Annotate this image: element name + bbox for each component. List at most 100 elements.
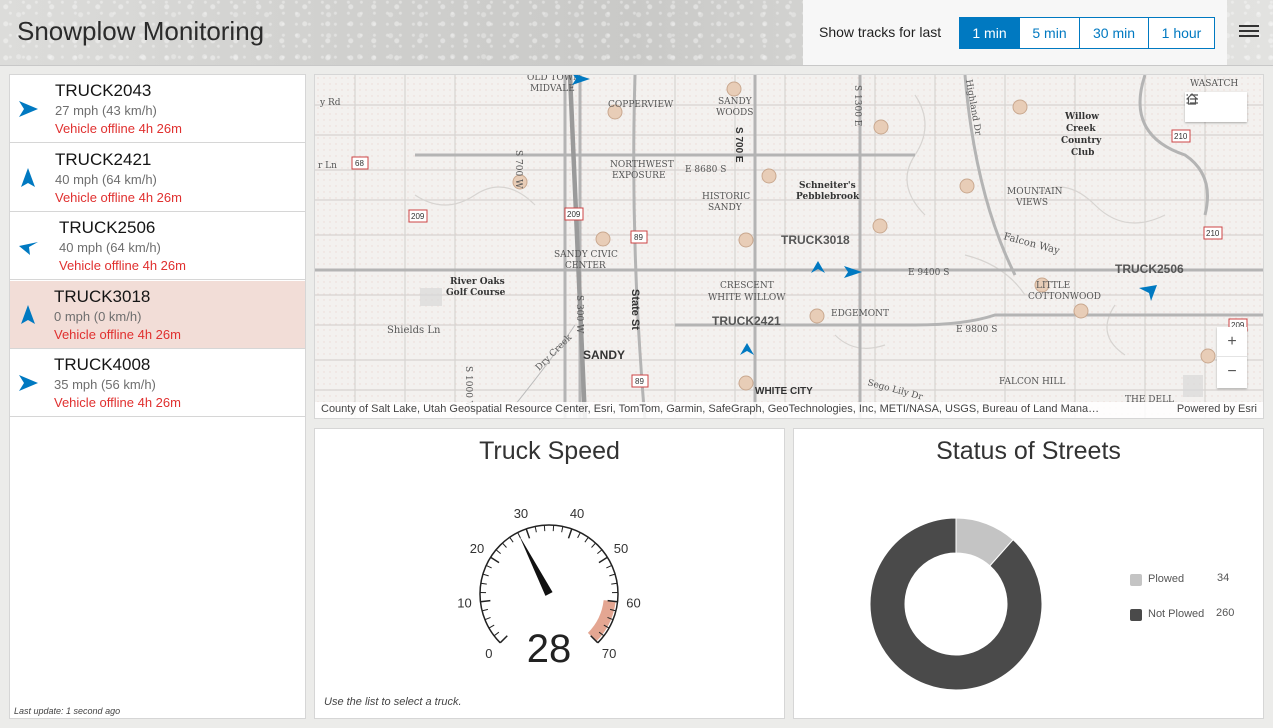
svg-text:WHITE WILLOW: WHITE WILLOW xyxy=(708,293,786,303)
svg-text:TRUCK3018: TRUCK3018 xyxy=(781,233,850,247)
app-title: Snowplow Monitoring xyxy=(17,16,265,46)
gauge-tick xyxy=(499,635,508,644)
gauge-tick-label: 70 xyxy=(602,646,616,661)
gauge-tick xyxy=(485,565,492,569)
svg-text:SANDY: SANDY xyxy=(583,348,625,362)
svg-text:OLD TOWN: OLD TOWN xyxy=(527,75,581,83)
map-top-controls xyxy=(1185,92,1247,122)
svg-text:WOODS: WOODS xyxy=(716,108,753,118)
layer-list-icon[interactable] xyxy=(1186,92,1245,122)
svg-text:WASATCH: WASATCH xyxy=(1190,79,1238,89)
svg-text:SANDY CIVIC: SANDY CIVIC xyxy=(554,250,618,260)
gauge-tick xyxy=(561,526,564,533)
svg-text:LITTLE: LITTLE xyxy=(1036,281,1070,291)
tracks-panel: Show tracks for last 1 min 5 min 30 min … xyxy=(803,0,1227,65)
menu-icon[interactable] xyxy=(1238,22,1260,44)
gauge-value: 28 xyxy=(527,627,572,671)
svg-text:Golf Course: Golf Course xyxy=(446,288,506,298)
truck-list-item[interactable]: TRUCK3018 0 mph (0 km/h) Vehicle offline 4… xyxy=(10,280,305,349)
svg-text:Shields Ln: Shields Ln xyxy=(387,325,441,336)
gauge-tick xyxy=(484,616,491,621)
legend-label: Plowed xyxy=(1148,573,1185,585)
last-update: Last update: 1 second ago xyxy=(14,706,121,716)
truck-status: Vehicle offline 4h 26m xyxy=(59,258,186,273)
svg-text:Pebblebrook: Pebblebrook xyxy=(796,192,860,202)
map-zoom-controls: + − xyxy=(1217,327,1247,388)
gauge-tick xyxy=(495,549,501,555)
gauge-tick xyxy=(493,631,500,637)
svg-text:Schneiter's: Schneiter's xyxy=(799,181,856,191)
tracks-option-1-min[interactable]: 1 min xyxy=(959,17,1020,49)
gauge-tick xyxy=(488,624,495,629)
zoom-out-button[interactable]: − xyxy=(1217,357,1247,387)
gauge-tick xyxy=(611,582,618,585)
truck-name: TRUCK2506 xyxy=(59,218,156,237)
gauge-tick xyxy=(609,573,616,577)
truck-heading-icon xyxy=(21,304,35,324)
tracks-option-1-hour[interactable]: 1 hour xyxy=(1149,17,1215,49)
speed-gauge: 0 10 20 30 40 50 60 70 28 xyxy=(457,506,640,671)
svg-text:r Ln: r Ln xyxy=(318,161,337,171)
gauge-tick xyxy=(490,556,500,564)
svg-text:Willow: Willow xyxy=(1064,112,1099,122)
powered-by-esri[interactable]: Powered by Esri xyxy=(1177,403,1257,415)
svg-text:CRESCENT: CRESCENT xyxy=(720,281,774,291)
gauge-tick xyxy=(598,556,608,564)
map-view[interactable]: 68 209 209 89 89 210 210 209 OLD TOWN MID… xyxy=(314,74,1264,419)
truck-speed: 35 mph (56 km/h) xyxy=(54,377,156,392)
gauge-tick-label: 60 xyxy=(626,596,640,611)
svg-text:CENTER: CENTER xyxy=(565,261,606,271)
gauge-tick xyxy=(567,528,573,539)
gauge-tick xyxy=(525,528,531,539)
truck-heading-icon xyxy=(19,101,38,117)
map-basemap[interactable]: 68 209 209 89 89 210 210 209 OLD TOWNMID… xyxy=(315,75,1264,419)
tracks-option-5-min[interactable]: 5 min xyxy=(1020,17,1080,49)
truck-status: Vehicle offline 4h 26m xyxy=(55,121,182,136)
svg-text:River Oaks: River Oaks xyxy=(450,277,505,287)
svg-text:Creek: Creek xyxy=(1066,124,1096,134)
legend-value: 260 xyxy=(1216,607,1235,619)
gauge-tick-label: 0 xyxy=(485,646,492,661)
gauge-tick xyxy=(509,536,514,543)
svg-text:68: 68 xyxy=(355,159,364,168)
truck-heading-icon xyxy=(19,375,38,391)
gauge-tick xyxy=(591,542,596,548)
street-status-card: Status of Streets Plowed 34 Not Plowed 260 xyxy=(793,428,1264,719)
truck-speed: 40 mph (64 km/h) xyxy=(59,240,161,255)
app-header: Snowplow Monitoring Show tracks for last… xyxy=(0,0,1273,66)
svg-text:209: 209 xyxy=(567,210,581,219)
svg-text:TRUCK2421: TRUCK2421 xyxy=(712,314,781,328)
svg-text:MOUNTAIN: MOUNTAIN xyxy=(1007,187,1063,197)
svg-text:NORTHWEST: NORTHWEST xyxy=(610,160,674,170)
svg-text:E 8680 S: E 8680 S xyxy=(685,165,726,175)
truck-name: TRUCK3018 xyxy=(54,286,151,306)
legend-label: Not Plowed xyxy=(1148,608,1205,620)
speed-footnote: Use the list to select a truck. xyxy=(324,696,462,708)
truck-list-item[interactable]: TRUCK4008 35 mph (56 km/h) Vehicle offline… xyxy=(10,349,305,417)
truck-list-item[interactable]: TRUCK2506 40 mph (64 km/h) Vehicle offline… xyxy=(10,212,305,280)
truck-speed: 40 mph (64 km/h) xyxy=(55,171,157,187)
svg-text:210: 210 xyxy=(1206,229,1220,238)
truck-list-item[interactable]: TRUCK2421 40 mph (64 km/h) Vehicle offline… xyxy=(10,144,305,212)
gauge-tick xyxy=(606,565,613,569)
svg-text:SANDY: SANDY xyxy=(708,203,743,213)
legend-swatch xyxy=(1130,609,1142,621)
gauge-tick-label: 10 xyxy=(457,596,471,611)
tracks-label: Show tracks for last xyxy=(819,24,942,40)
gauge-tick-label: 30 xyxy=(514,506,528,521)
svg-text:89: 89 xyxy=(634,233,643,242)
tracks-option-30-min[interactable]: 30 min xyxy=(1080,17,1149,49)
gauge-needle xyxy=(519,535,553,596)
truck-list: TRUCK2043 27 mph (43 km/h) Vehicle offline… xyxy=(9,74,306,719)
gauge-warning-band xyxy=(587,600,616,642)
svg-text:FALCON HILL: FALCON HILL xyxy=(999,377,1065,387)
truck-status: Vehicle offline 4h 26m xyxy=(55,189,182,205)
truck-heading-icon xyxy=(21,167,35,187)
zoom-in-button[interactable]: + xyxy=(1217,327,1247,357)
svg-text:WHITE CITY: WHITE CITY xyxy=(755,386,813,397)
truck-list-item[interactable]: TRUCK2043 27 mph (43 km/h) Vehicle offline… xyxy=(10,75,305,143)
donut-slice-not-plowed xyxy=(869,517,1043,691)
truck-heading-icon xyxy=(19,242,38,255)
svg-text:SANDY: SANDY xyxy=(718,97,753,107)
gauge-tick xyxy=(584,536,589,543)
